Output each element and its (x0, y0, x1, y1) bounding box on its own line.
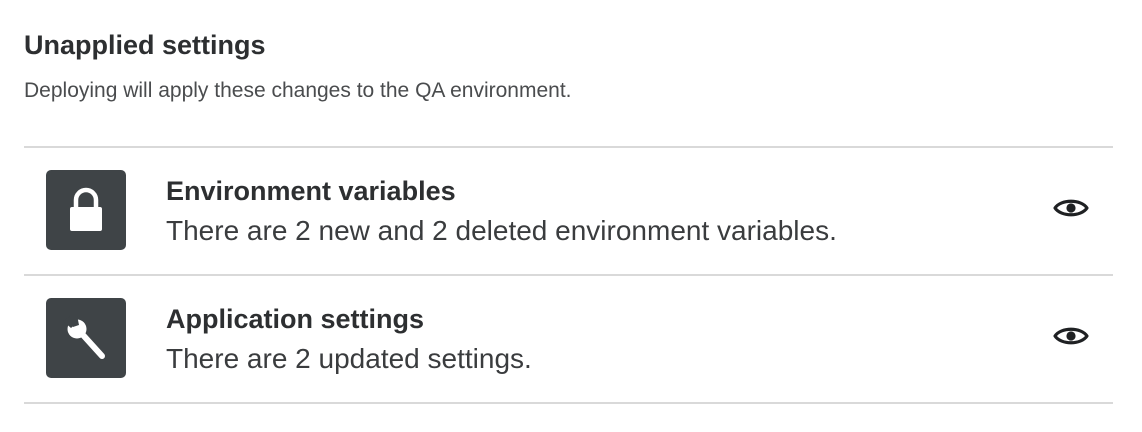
change-item-application-settings: Application settings There are 2 updated… (24, 276, 1113, 402)
section-subtitle: Deploying will apply these changes to th… (24, 79, 572, 102)
wrench-icon (46, 298, 126, 378)
view-application-settings-button[interactable] (1050, 318, 1092, 354)
view-environment-variables-button[interactable] (1050, 190, 1092, 226)
eye-icon (1053, 199, 1089, 217)
eye-icon (1053, 327, 1089, 345)
change-item-environment-variables: Environment variables There are 2 new an… (24, 148, 1113, 274)
lock-icon (46, 170, 126, 250)
change-item-description: There are 2 updated settings. (166, 343, 532, 374)
divider (24, 402, 1113, 404)
change-item-title: Environment variables (166, 176, 456, 206)
section-title: Unapplied settings (24, 30, 266, 60)
change-item-title: Application settings (166, 304, 425, 334)
change-item-description: There are 2 new and 2 deleted environmen… (166, 215, 837, 246)
